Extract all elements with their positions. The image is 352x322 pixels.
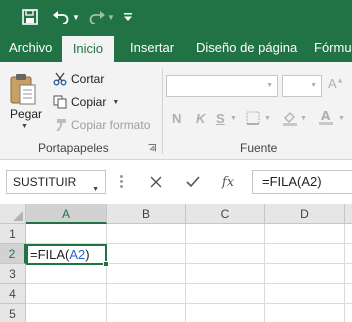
formula-bar: SUSTITUIR ▼ fx =FILA(A2)	[0, 160, 352, 204]
borders-dropdown-icon[interactable]: ▼	[264, 115, 271, 122]
name-box[interactable]: SUSTITUIR ▼	[6, 170, 106, 194]
font-color-icon[interactable]: A	[318, 109, 334, 129]
font-name-dropdown-icon[interactable]: ▼	[266, 82, 273, 89]
column-header-c[interactable]: C	[186, 204, 265, 224]
undo-dropdown-icon[interactable]: ▼	[71, 7, 81, 27]
resize-handle-icon[interactable]	[120, 175, 123, 189]
save-icon[interactable]	[20, 7, 40, 27]
name-box-value: SUSTITUIR	[13, 175, 77, 189]
fill-handle[interactable]	[103, 261, 109, 267]
font-color-dropdown-icon[interactable]: ▼	[338, 115, 345, 122]
customize-icon[interactable]	[121, 7, 135, 27]
copy-dropdown-icon[interactable]: ▼	[112, 99, 119, 106]
tab-archivo[interactable]: Archivo	[9, 34, 52, 62]
select-all-button[interactable]	[0, 204, 26, 224]
cancel-icon[interactable]	[145, 172, 167, 192]
cell-formula-prefix: =FILA(	[30, 247, 70, 262]
grid-line	[264, 224, 265, 322]
column-header-b[interactable]: B	[107, 204, 186, 224]
scissors-icon	[52, 71, 68, 87]
row-header-1[interactable]: 1	[0, 224, 26, 244]
grid-line	[26, 303, 352, 304]
paste-label[interactable]: Pegar	[10, 107, 42, 121]
row-header-3[interactable]: 3	[0, 264, 26, 284]
grid-line	[26, 283, 352, 284]
cell-formula-reference: A2	[69, 247, 86, 262]
tab-insertar[interactable]: Insertar	[130, 34, 174, 62]
paste-dropdown-icon[interactable]: ▼	[21, 123, 28, 130]
font-name-field[interactable]: ▼	[166, 75, 278, 97]
quick-access-toolbar: ▼ ▼	[0, 0, 352, 34]
svg-text:A: A	[321, 109, 331, 123]
clipboard-group-label: Portapapeles	[38, 141, 109, 155]
enter-check-icon[interactable]	[182, 172, 204, 192]
grid-line	[106, 224, 107, 322]
formula-input[interactable]: =FILA(A2)	[252, 170, 352, 194]
ribbon-tabs: Archivo Inicio Insertar Diseño de página…	[0, 34, 352, 62]
redo-dropdown-icon[interactable]: ▼	[106, 7, 116, 27]
underline-dropdown-icon[interactable]: ▼	[230, 115, 237, 122]
increase-font-icon[interactable]: A▲	[328, 76, 344, 91]
font-size-field[interactable]: ▼	[282, 75, 322, 97]
cut-button[interactable]: Cortar	[52, 70, 104, 88]
format-painter-icon	[52, 117, 68, 133]
column-header-a[interactable]: A	[26, 204, 107, 224]
cut-label: Cortar	[71, 72, 105, 86]
row-header-4[interactable]: 4	[0, 284, 26, 304]
font-group-label: Fuente	[240, 141, 278, 155]
insert-function-button[interactable]: fx	[217, 172, 239, 192]
grid-line	[344, 224, 345, 322]
column-header-d[interactable]: D	[265, 204, 345, 224]
column-header-e[interactable]	[345, 204, 352, 224]
copy-icon	[52, 94, 68, 110]
borders-icon[interactable]	[246, 111, 260, 128]
cell-formula-suffix: )	[85, 247, 90, 262]
ribbon: Pegar ▼ Cortar Copiar ▼ Copiar formato P…	[0, 62, 352, 160]
copy-label: Copiar	[71, 95, 107, 109]
row-header-2[interactable]: 2	[0, 244, 26, 264]
tab-diseno-de-pagina[interactable]: Diseño de página	[196, 34, 297, 62]
font-size-dropdown-icon[interactable]: ▼	[310, 82, 317, 89]
fill-color-icon[interactable]	[282, 110, 298, 129]
tab-inicio[interactable]: Inicio	[62, 36, 114, 62]
fill-color-dropdown-icon[interactable]: ▼	[300, 115, 307, 122]
redo-icon[interactable]	[86, 7, 108, 27]
tab-formulas[interactable]: Fórmul	[314, 34, 352, 62]
italic-button[interactable]: K	[196, 111, 205, 126]
clipboard-launcher-icon[interactable]	[148, 144, 156, 154]
format-painter-button[interactable]: Copiar formato	[52, 116, 150, 134]
undo-icon[interactable]	[50, 7, 72, 27]
underline-button[interactable]: S	[216, 111, 225, 126]
ribbon-separator	[162, 68, 163, 154]
format-painter-label: Copiar formato	[71, 118, 151, 132]
spreadsheet-grid: A B C D 1 2 3 4 5 =FILA(A2)	[0, 204, 352, 322]
paste-icon	[10, 74, 36, 105]
active-cell-a2[interactable]: =FILA(A2)	[26, 244, 109, 267]
row-header-5[interactable]: 5	[0, 304, 26, 322]
grid-line	[185, 224, 186, 322]
copy-button[interactable]: Copiar ▼	[52, 93, 119, 111]
bold-button[interactable]: N	[172, 111, 181, 126]
name-box-dropdown-icon[interactable]: ▼	[92, 179, 99, 201]
